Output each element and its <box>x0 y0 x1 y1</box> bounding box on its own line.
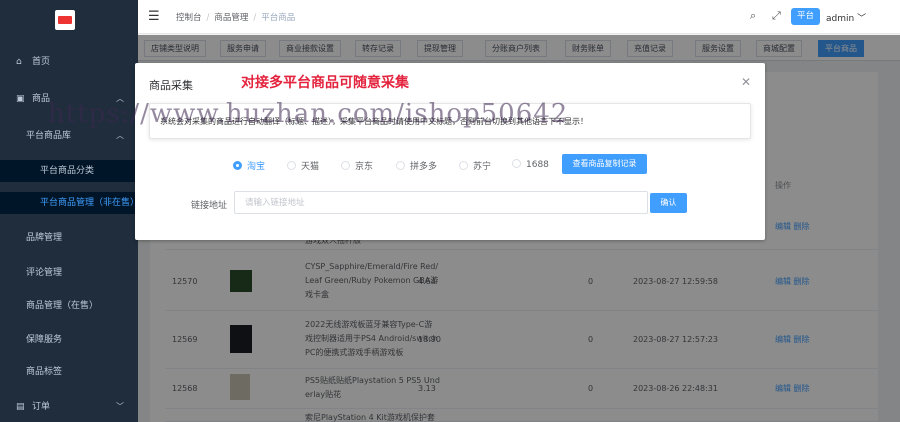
sidebar-item-label: 商品管理（在售） <box>26 301 99 311</box>
sidebar-item-label: 平台商品分类 <box>40 166 95 176</box>
view-copy-records-button[interactable]: 查看商品复制记录 <box>562 154 647 174</box>
breadcrumb-separator: / <box>206 13 210 23</box>
user-menu[interactable]: admin ﹀ <box>826 11 866 24</box>
sidebar-item-label: 平台商品库 <box>26 131 72 141</box>
radio-circle <box>396 161 405 170</box>
app-logo[interactable] <box>55 10 75 30</box>
breadcrumb-item[interactable]: 控制台 <box>176 13 202 23</box>
home-icon: ⌂ <box>16 57 22 67</box>
dialog-title: 商品采集 <box>149 79 193 92</box>
promo-banner-text: 对接多平台商品可随意采集 <box>241 75 409 91</box>
chevron-down-icon: ﹀ <box>116 402 124 411</box>
sidebar-item-brand[interactable]: 品牌管理 <box>0 227 138 249</box>
radio-suning[interactable]: 苏宁 <box>459 159 491 172</box>
radio-circle <box>287 161 296 170</box>
sidebar: ⌂ 首页 ▣ 商品 ︿ 平台商品库 ︿ 平台商品分类 平台商品管理（非在售） 品牌管… <box>0 0 138 422</box>
notice-box: 系统会对采集的商品进行自动翻译（标题、描述），采集平台商品时请使用中文标题，否则… <box>149 103 751 139</box>
radio-circle <box>512 159 521 168</box>
sidebar-item-label: 商品标签 <box>26 367 63 377</box>
sidebar-item-label: 品牌管理 <box>26 233 63 243</box>
sidebar-item-label: 首页 <box>32 57 51 67</box>
close-icon[interactable]: ✕ <box>741 75 751 89</box>
link-address-input[interactable] <box>234 191 648 214</box>
radio-jd[interactable]: 京东 <box>341 159 373 172</box>
breadcrumb-separator: / <box>253 13 257 23</box>
breadcrumb-current: 平台商品 <box>261 13 296 23</box>
sidebar-item-label: 商品 <box>32 94 51 104</box>
radio-circle <box>233 161 242 170</box>
logo-mark <box>58 16 72 24</box>
order-icon: ▤ <box>16 402 25 412</box>
radio-pinduoduo[interactable]: 拼多多 <box>396 159 437 172</box>
sidebar-item-reviews[interactable]: 评论管理 <box>0 262 138 284</box>
platform-button[interactable]: 平台 <box>791 8 821 25</box>
sidebar-item-guarantee[interactable]: 保障服务 <box>0 329 138 351</box>
fullscreen-icon[interactable]: ⤢ <box>772 9 781 23</box>
sidebar-item-platform-library[interactable]: 平台商品库 ︿ <box>0 125 138 147</box>
radio-circle <box>341 161 350 170</box>
sidebar-item-goods[interactable]: ▣ 商品 ︿ <box>0 88 138 110</box>
sidebar-item-label: 订单 <box>32 402 51 412</box>
sidebar-item-home[interactable]: ⌂ 首页 <box>0 51 138 73</box>
sidebar-item-goods-tags[interactable]: 商品标签 <box>0 361 138 383</box>
chevron-down-icon: ﹀ <box>857 14 867 24</box>
sidebar-item-goods-onsale[interactable]: 商品管理（在售） <box>0 295 138 317</box>
link-address-label: 链接地址 <box>191 201 228 211</box>
sidebar-item-label: 保障服务 <box>26 335 63 345</box>
sidebar-item-label: 平台商品管理（非在售） <box>40 198 138 208</box>
radio-circle <box>459 161 468 170</box>
notice-text: 系统会对采集的商品进行自动翻译（标题、描述），采集平台商品时请使用中文标题，否则… <box>160 117 588 126</box>
radio-1688[interactable]: 1688 <box>512 159 549 170</box>
top-header: ☰ 控制台 / 商品管理 / 平台商品 ⌕ ⤢ 平台 admin ﹀ <box>138 0 900 34</box>
hamburger-icon[interactable]: ☰ <box>148 9 160 24</box>
confirm-button[interactable]: 确认 <box>650 193 687 213</box>
search-icon[interactable]: ⌕ <box>750 9 756 23</box>
radio-taobao[interactable]: 淘宝 <box>233 159 265 172</box>
box-icon: ▣ <box>16 94 25 104</box>
breadcrumb-item[interactable]: 商品管理 <box>214 13 248 23</box>
radio-tmall[interactable]: 天猫 <box>287 159 319 172</box>
chevron-up-icon: ︿ <box>116 94 124 103</box>
sidebar-item-label: 评论管理 <box>26 268 63 278</box>
sidebar-item-platform-category[interactable]: 平台商品分类 <box>0 160 138 182</box>
username: admin <box>826 14 855 24</box>
breadcrumb: 控制台 / 商品管理 / 平台商品 <box>176 11 295 23</box>
collect-goods-dialog: 商品采集 对接多平台商品可随意采集 ✕ 系统会对采集的商品进行自动翻译（标题、描… <box>135 63 765 240</box>
sidebar-item-platform-goods-manage[interactable]: 平台商品管理（非在售） <box>0 192 138 214</box>
sidebar-item-orders[interactable]: ▤ 订单 ﹀ <box>0 396 138 418</box>
chevron-up-icon: ︿ <box>116 131 124 140</box>
